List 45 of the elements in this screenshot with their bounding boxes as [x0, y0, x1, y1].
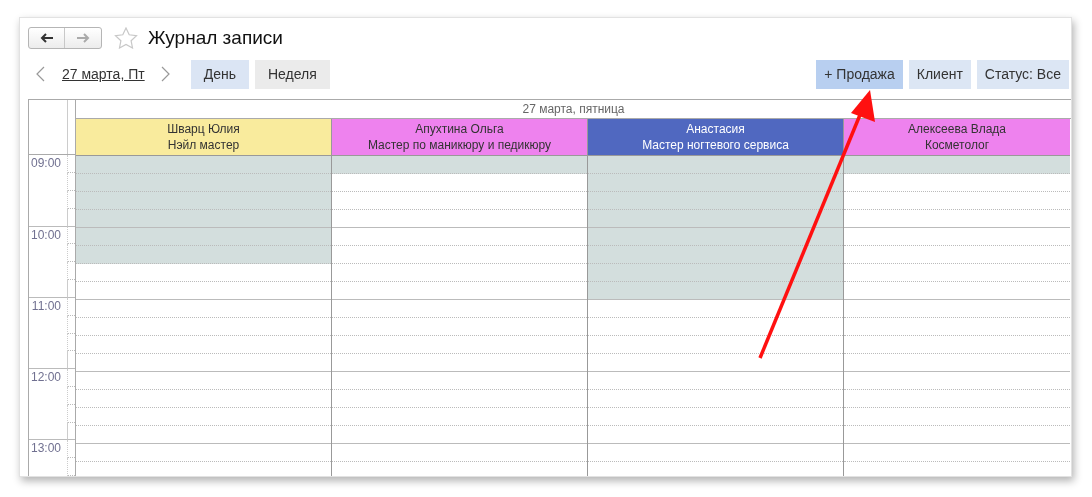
action-button[interactable]: Клиент — [908, 59, 971, 89]
busy-slot[interactable] — [76, 228, 331, 246]
action-button[interactable]: Статус: Все — [976, 59, 1069, 89]
view-tab[interactable]: Неделя — [254, 59, 330, 89]
staff-role: Мастер по маникюру и педикюру — [367, 137, 552, 153]
staff-header[interactable]: Алексеева Влада Косметолог — [844, 119, 1070, 156]
busy-slot[interactable] — [76, 210, 331, 228]
staff-header[interactable]: Анастасия Мастер ногтевого сервиса — [588, 119, 843, 156]
hour-label: 13:00 — [30, 441, 61, 456]
busy-slot[interactable] — [76, 156, 331, 174]
window-title: Журнал записи — [148, 25, 283, 50]
busy-slot[interactable] — [588, 174, 843, 192]
hour-label: 12:00 — [30, 370, 61, 385]
forward-arrow-icon — [76, 33, 90, 43]
hour-label: 09:00 — [30, 156, 61, 171]
staff-name: Алексеева Влада — [908, 121, 1006, 137]
star-icon[interactable] — [114, 27, 138, 49]
busy-slot[interactable] — [588, 282, 843, 300]
staff-header[interactable]: Шварц Юлия Нэйл мастер — [76, 119, 331, 156]
busy-slot[interactable] — [588, 246, 843, 264]
staff-role: Косметолог — [924, 137, 990, 153]
hour-label: 10:00 — [30, 227, 61, 242]
staff-header[interactable]: Апухтина Ольга Мастер по маникюру и педикюру — [332, 119, 587, 156]
busy-slot[interactable] — [588, 264, 843, 282]
staff-role: Нэйл мастер — [167, 137, 240, 153]
staff-name: Шварц Юлия — [167, 121, 240, 137]
busy-slot[interactable] — [588, 228, 843, 246]
back-arrow-icon — [39, 33, 54, 43]
chevron-left-icon — [36, 66, 45, 82]
busy-slot[interactable] — [588, 192, 843, 210]
action-button[interactable]: + Продажа — [816, 59, 903, 89]
busy-slot[interactable] — [588, 156, 843, 174]
busy-slot[interactable] — [76, 246, 331, 264]
hour-label: 11:00 — [31, 298, 61, 313]
busy-slot[interactable] — [76, 192, 331, 210]
staff-role: Мастер ногтевого сервиса — [642, 137, 789, 153]
staff-name: Апухтина Ольга — [415, 121, 504, 137]
busy-slot[interactable] — [844, 156, 1070, 174]
view-tab[interactable]: День — [190, 59, 249, 89]
busy-slot[interactable] — [332, 156, 587, 174]
date-link[interactable]: 27 марта, Пт — [62, 63, 145, 85]
busy-slot[interactable] — [76, 174, 331, 192]
busy-slot[interactable] — [588, 210, 843, 228]
staff-name: Анастасия — [686, 121, 745, 137]
chevron-right-icon — [160, 66, 170, 82]
